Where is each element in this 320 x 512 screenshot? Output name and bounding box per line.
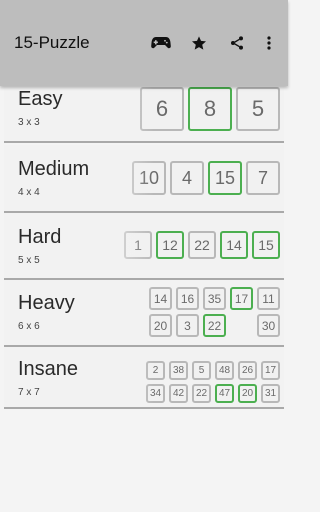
level-row-hard[interactable]: 112221415 Hard 5 x 5: [4, 213, 284, 280]
puzzle-tile: 17: [261, 361, 280, 380]
puzzle-tile: 48: [215, 361, 234, 380]
gamepad-icon[interactable]: [142, 30, 180, 56]
puzzle-tile: 5: [236, 87, 280, 131]
puzzle-tile: 11: [257, 287, 280, 310]
puzzle-tile: 15: [252, 231, 280, 259]
level-size: 6 x 6: [18, 321, 40, 332]
app-bar-actions: [142, 30, 282, 56]
puzzle-tile: 26: [238, 361, 257, 380]
level-row-insane[interactable]: 2385482617344222472031 Insane 7 x 7: [4, 347, 284, 409]
app-bar: 15-Puzzle: [0, 0, 288, 86]
level-size: 5 x 5: [18, 255, 40, 266]
app-title: 15-Puzzle: [14, 33, 90, 52]
star-icon[interactable]: [180, 30, 218, 56]
puzzle-tile: 15: [208, 161, 242, 195]
puzzle-tile: 35: [203, 287, 226, 310]
puzzle-tile: [230, 314, 253, 337]
share-icon[interactable]: [218, 30, 256, 56]
level-row-heavy[interactable]: 14163517112032230 Heavy 6 x 6: [4, 280, 284, 347]
level-size: 3 x 3: [18, 117, 40, 128]
puzzle-tile: 14: [220, 231, 248, 259]
puzzle-tile: 7: [246, 161, 280, 195]
level-row-easy[interactable]: 685 Easy 3 x 3: [4, 81, 284, 143]
level-title: Insane: [18, 358, 79, 380]
level-title: Hard: [18, 226, 62, 248]
level-row-medium[interactable]: 104157 Medium 4 x 4: [4, 145, 284, 213]
level-title: Easy: [18, 88, 63, 110]
level-title: Heavy: [18, 292, 75, 314]
level-size: 7 x 7: [18, 387, 40, 398]
puzzle-tile: 31: [261, 384, 280, 403]
puzzle-tile: 47: [215, 384, 234, 403]
level-size: 4 x 4: [18, 187, 40, 198]
puzzle-tile: 30: [257, 314, 280, 337]
puzzle-tile: 17: [230, 287, 253, 310]
puzzle-tile: 22: [203, 314, 226, 337]
level-title: Medium: [18, 158, 90, 180]
puzzle-tile: 20: [238, 384, 257, 403]
more-vert-icon[interactable]: [256, 30, 282, 56]
